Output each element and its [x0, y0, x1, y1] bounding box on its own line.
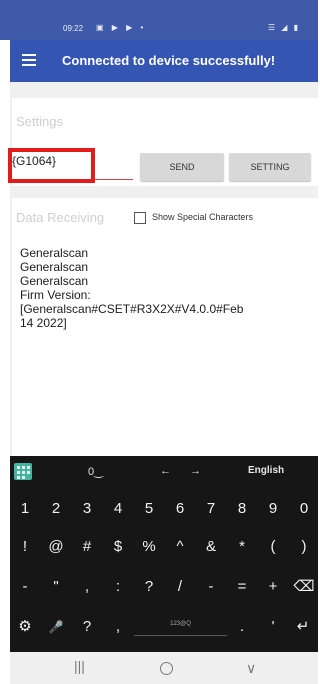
key[interactable]: 8 — [227, 494, 257, 524]
key[interactable]: - — [196, 572, 226, 602]
key[interactable]: % — [134, 532, 164, 562]
data-receiving-label: Data Receiving — [16, 210, 105, 225]
received-line: Generalscan — [20, 246, 89, 260]
key[interactable]: 3 — [72, 494, 102, 524]
key[interactable]: : — [103, 572, 133, 602]
received-line: 14 2022] — [20, 316, 67, 330]
keyboard-grid-icon[interactable] — [14, 463, 32, 480]
received-line: Generalscan — [20, 274, 89, 288]
key[interactable]: , — [103, 612, 133, 642]
received-data-text: Generalscan Generalscan Generalscan Firm… — [20, 246, 305, 330]
key[interactable]: " — [41, 572, 71, 602]
key[interactable]: $ — [103, 532, 133, 562]
key[interactable]: # — [72, 532, 102, 562]
keyboard-row-numbers: 1 2 3 4 5 6 7 8 9 0 — [10, 494, 318, 524]
highlight-box — [8, 148, 95, 183]
key[interactable]: - — [10, 572, 40, 602]
emoji-key[interactable]: 0‿ — [88, 465, 103, 478]
show-special-characters-checkbox[interactable] — [134, 212, 146, 224]
key[interactable]: ( — [258, 532, 288, 562]
key[interactable]: ' — [258, 612, 288, 642]
key[interactable]: 5 — [134, 494, 164, 524]
app-bar: Connected to device successfully! — [10, 40, 318, 82]
status-bar: 09:22 ▣ ▶ ▶ • ☰ ◢ ▮ — [0, 0, 318, 40]
key[interactable]: @ — [41, 532, 71, 562]
show-special-characters-label: Show Special Characters — [152, 212, 254, 222]
backspace-key[interactable]: ⌫ — [289, 572, 319, 602]
key[interactable]: ! — [10, 532, 40, 562]
navigation-bar: ||| ∨ — [10, 652, 318, 684]
hamburger-menu-icon[interactable] — [22, 54, 36, 66]
key[interactable]: 0 — [289, 494, 319, 524]
notification-icons: ▣ ▶ ▶ • — [96, 23, 147, 32]
language-key[interactable]: English — [248, 465, 284, 476]
key[interactable]: 4 — [103, 494, 133, 524]
setting-button[interactable]: SETTING — [229, 153, 311, 181]
received-line: Generalscan — [20, 260, 89, 274]
key[interactable]: * — [227, 532, 257, 562]
key[interactable]: ^ — [165, 532, 195, 562]
received-line: Firm Version: — [20, 288, 91, 302]
keyboard-row-symbols-1: ! @ # $ % ^ & * ( ) — [10, 532, 318, 562]
cursor-left-key[interactable]: ← — [160, 465, 171, 477]
app-bar-title: Connected to device successfully! — [62, 53, 276, 68]
key[interactable]: . — [227, 612, 257, 642]
received-line: [Generalscan#CSET#R3X2X#V4.0.0#Feb — [20, 302, 244, 316]
key[interactable]: ? — [134, 572, 164, 602]
key[interactable]: = — [227, 572, 257, 602]
key[interactable]: 9 — [258, 494, 288, 524]
back-icon[interactable]: ∨ — [246, 660, 256, 677]
keyboard-settings-icon[interactable]: ⚙ — [10, 612, 40, 642]
key[interactable]: ? — [72, 612, 102, 642]
settings-label: Settings — [16, 114, 63, 129]
cursor-right-key[interactable]: → — [190, 465, 201, 477]
key[interactable]: 7 — [196, 494, 226, 524]
key[interactable]: + — [258, 572, 288, 602]
enter-key[interactable]: ↵ — [288, 612, 318, 642]
key[interactable]: ) — [289, 532, 319, 562]
key[interactable]: , — [72, 572, 102, 602]
keyboard-row-bottom: ⚙ 🎤 ? , 123@Q . ' ↵ — [10, 612, 318, 642]
key[interactable]: & — [196, 532, 226, 562]
microphone-icon[interactable]: 🎤 — [41, 612, 71, 642]
status-time: 09:22 — [63, 24, 84, 33]
data-receiving-card: Data Receiving Show Special Characters G… — [12, 198, 318, 456]
key[interactable]: 2 — [41, 494, 71, 524]
system-status-icons: ☰ ◢ ▮ — [267, 23, 300, 32]
key[interactable]: 1 — [10, 494, 40, 524]
home-icon[interactable] — [160, 662, 173, 675]
keyboard-row-symbols-2: - " , : ? / - = + ⌫ — [10, 572, 318, 602]
send-button[interactable]: SEND — [140, 153, 224, 181]
key[interactable]: / — [165, 572, 195, 602]
recent-apps-icon[interactable]: ||| — [74, 658, 85, 674]
key[interactable]: 6 — [165, 494, 195, 524]
soft-keyboard: 0‿ ← → English 1 2 3 4 5 6 7 8 9 0 ! @ #… — [10, 456, 318, 652]
keyboard-toolbar: 0‿ ← → English — [10, 456, 318, 488]
space-key[interactable]: 123@Q — [134, 612, 227, 636]
